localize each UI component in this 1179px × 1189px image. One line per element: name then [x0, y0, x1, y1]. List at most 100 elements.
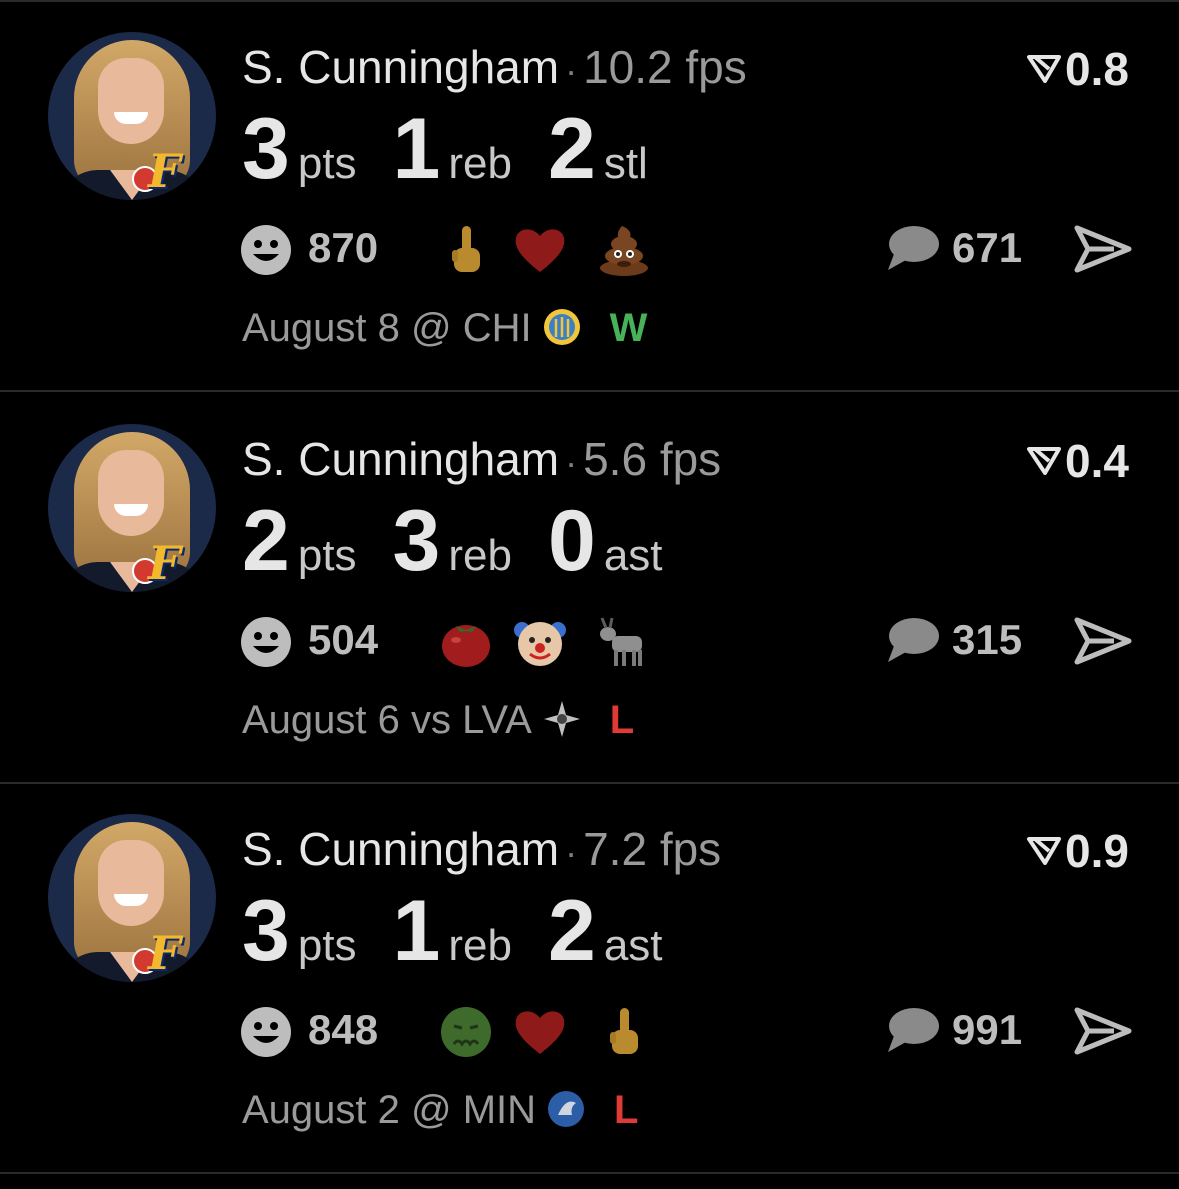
- nauseated-face-icon[interactable]: [438, 1004, 494, 1060]
- stat-item: 3 reb: [393, 492, 512, 591]
- stat-item: 2 ast: [548, 882, 663, 981]
- stat-unit: reb: [448, 921, 512, 970]
- game-info: August 2 @ MIN L: [242, 1088, 638, 1139]
- heart-icon[interactable]: [512, 222, 568, 278]
- indiana-fever-logo: F: [132, 540, 186, 586]
- avatar-face: [98, 58, 164, 144]
- fps-value: 7.2 fps: [583, 823, 722, 875]
- player-line: S. Cunningham · 10.2 fps: [242, 40, 747, 94]
- minnesota-lynx-logo: [546, 1089, 586, 1139]
- game-result: L: [609, 698, 635, 742]
- card-divider: [0, 1172, 1179, 1174]
- rating-badge: 0.9: [1027, 824, 1129, 878]
- heart-icon[interactable]: [512, 1004, 568, 1060]
- rating-icon: [1027, 55, 1062, 83]
- stat-value: 0: [547, 493, 596, 589]
- share-icon[interactable]: [1074, 616, 1132, 671]
- game-info: August 6 vs LVA L: [242, 698, 634, 749]
- game-card[interactable]: F S. Cunningham · 7.2 fps 0.9 3 pts 1 reb 2 ast…: [0, 782, 1179, 1170]
- share-icon[interactable]: [1074, 224, 1132, 279]
- stat-unit: ast: [603, 531, 663, 580]
- las-vegas-aces-logo: [542, 699, 582, 749]
- share-icon[interactable]: [1074, 1006, 1132, 1061]
- goat-icon[interactable]: [596, 614, 652, 670]
- player-name[interactable]: S. Cunningham: [242, 823, 559, 875]
- rating-icon: [1027, 837, 1062, 865]
- stat-unit: reb: [448, 139, 512, 188]
- stat-unit: pts: [297, 921, 357, 970]
- stat-line: 2 pts 3 reb 0 ast: [242, 492, 699, 591]
- reaction-bar: 848 991: [240, 1004, 1140, 1060]
- game-result: L: [614, 1088, 639, 1132]
- rating-badge: 0.8: [1027, 42, 1129, 96]
- rating-icon: [1027, 447, 1062, 475]
- avatar-face: [98, 840, 164, 926]
- stat-value: 2: [242, 493, 290, 589]
- indiana-fever-logo: F: [132, 148, 186, 194]
- comment-count[interactable]: 991: [952, 1006, 1022, 1054]
- stat-item: 3 pts: [242, 882, 357, 981]
- reaction-count[interactable]: 848: [308, 1006, 378, 1054]
- stat-value: 2: [547, 101, 596, 197]
- stat-item: 1 reb: [393, 100, 512, 199]
- stat-item: 2 pts: [242, 492, 357, 591]
- separator-dot: ·: [565, 442, 578, 483]
- chicago-sky-logo: [542, 307, 582, 357]
- stat-unit: pts: [297, 139, 357, 188]
- stat-value: 2: [547, 883, 596, 979]
- stat-line: 3 pts 1 reb 2 stl: [242, 100, 684, 199]
- game-date-opponent[interactable]: August 6 vs LVA: [242, 698, 532, 742]
- indiana-fever-logo: F: [132, 930, 186, 976]
- comment-count[interactable]: 315: [952, 616, 1022, 664]
- rating-value: 0.8: [1065, 43, 1129, 95]
- stat-unit: reb: [448, 531, 512, 580]
- rating-value: 0.9: [1065, 825, 1129, 877]
- stat-value: 1: [392, 101, 441, 197]
- middle-finger-icon[interactable]: [438, 222, 494, 278]
- reaction-count[interactable]: 870: [308, 224, 378, 272]
- stat-item: 3 pts: [242, 100, 357, 199]
- stat-value: 3: [242, 883, 290, 979]
- smiley-icon[interactable]: [240, 616, 292, 673]
- game-info: August 8 @ CHI W: [242, 306, 647, 357]
- reaction-count[interactable]: 504: [308, 616, 378, 664]
- stat-line: 3 pts 1 reb 2 ast: [242, 882, 699, 981]
- separator-dot: ·: [565, 50, 578, 91]
- player-name[interactable]: S. Cunningham: [242, 433, 559, 485]
- game-date-opponent[interactable]: August 8 @ CHI: [242, 306, 532, 350]
- stat-unit: stl: [603, 139, 648, 188]
- comment-icon[interactable]: [884, 224, 940, 279]
- stat-item: 1 reb: [393, 882, 512, 981]
- middle-finger-icon[interactable]: [596, 1004, 652, 1060]
- comment-count[interactable]: 671: [952, 224, 1022, 272]
- rating-value: 0.4: [1065, 435, 1129, 487]
- tomato-icon[interactable]: [438, 614, 494, 670]
- stat-value: 3: [242, 101, 290, 197]
- reaction-bar: 870 671: [240, 222, 1140, 278]
- separator-dot: ·: [565, 832, 578, 873]
- poop-icon[interactable]: [596, 222, 652, 278]
- player-line: S. Cunningham · 7.2 fps: [242, 822, 721, 876]
- fps-value: 5.6 fps: [583, 433, 722, 485]
- stat-item: 0 ast: [548, 492, 663, 591]
- rating-badge: 0.4: [1027, 434, 1129, 488]
- clown-icon[interactable]: [512, 614, 568, 670]
- game-result: W: [609, 306, 648, 350]
- game-card[interactable]: F S. Cunningham · 5.6 fps 0.4 2 pts 3 reb 0 ast…: [0, 392, 1179, 780]
- comment-icon[interactable]: [884, 616, 940, 671]
- stat-value: 1: [392, 883, 441, 979]
- stat-unit: pts: [297, 531, 357, 580]
- smiley-icon[interactable]: [240, 224, 292, 281]
- avatar-face: [98, 450, 164, 536]
- fps-value: 10.2 fps: [583, 41, 747, 93]
- player-name[interactable]: S. Cunningham: [242, 41, 559, 93]
- game-date-opponent[interactable]: August 2 @ MIN: [242, 1088, 536, 1132]
- player-line: S. Cunningham · 5.6 fps: [242, 432, 721, 486]
- reaction-bar: 504 315: [240, 614, 1140, 670]
- smiley-icon[interactable]: [240, 1006, 292, 1063]
- game-card[interactable]: F S. Cunningham · 10.2 fps 0.8 3 pts 1 reb 2st…: [0, 0, 1179, 388]
- stat-value: 3: [392, 493, 441, 589]
- stat-item: 2 stl: [548, 100, 648, 199]
- comment-icon[interactable]: [884, 1006, 940, 1061]
- stat-unit: ast: [603, 921, 663, 970]
